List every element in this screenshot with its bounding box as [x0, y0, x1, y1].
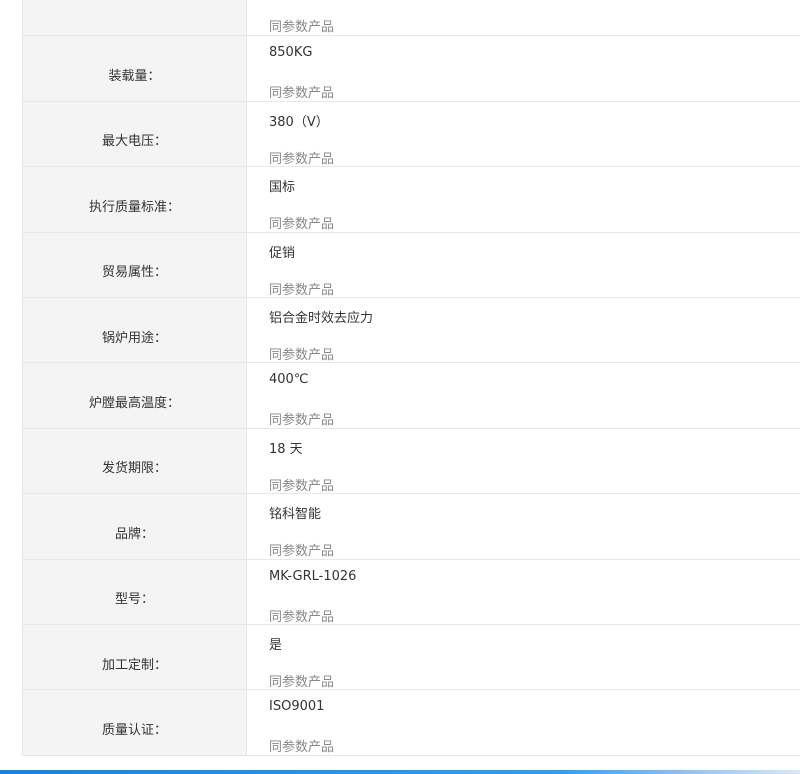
spec-label: 加工定制：	[23, 624, 247, 690]
spec-value: ISO9001	[269, 699, 325, 715]
bottom-accent-bar	[0, 770, 800, 774]
spec-value-cell: 18 天 同参数产品	[247, 429, 800, 494]
spec-value-cell: 同参数产品	[247, 0, 800, 35]
spec-row: 发货期限： 18 天 同参数产品	[23, 427, 800, 494]
spec-row: 装载量： 850KG 同参数产品	[23, 35, 800, 101]
spec-value-cell: ISO9001 同参数产品	[247, 690, 800, 755]
same-params-link[interactable]: 同参数产品	[269, 148, 334, 167]
spec-value: 铝合金时效去应力	[269, 310, 374, 326]
same-params-link[interactable]: 同参数产品	[269, 344, 334, 363]
spec-value: 铭科智能	[269, 507, 322, 523]
spec-value-cell: 国标 同参数产品	[247, 167, 800, 232]
spec-value: 400℃	[269, 372, 309, 388]
spec-label: 最大电压：	[23, 101, 247, 167]
spec-row: 锅炉用途： 铝合金时效去应力 同参数产品	[23, 296, 800, 363]
spec-label: 贸易属性：	[23, 232, 247, 297]
spec-label: 锅炉用途：	[23, 297, 247, 363]
same-params-link[interactable]: 同参数产品	[269, 82, 334, 101]
spec-value: 国标	[269, 180, 296, 196]
spec-value: MK-GRL-1026	[269, 568, 357, 584]
spec-value: 促销	[269, 245, 296, 261]
same-params-link[interactable]: 同参数产品	[269, 671, 334, 690]
spec-value: 380（V）	[269, 114, 329, 130]
spec-row: 贸易属性： 促销 同参数产品	[23, 231, 800, 298]
spec-value: 是	[269, 637, 283, 653]
spec-row: 品牌： 铭科智能 同参数产品	[23, 493, 800, 559]
spec-row: 最大电压： 380（V） 同参数产品	[23, 100, 800, 167]
same-params-link[interactable]: 同参数产品	[269, 279, 334, 298]
same-params-link[interactable]: 同参数产品	[269, 736, 334, 755]
spec-value-cell: 促销 同参数产品	[247, 233, 800, 298]
spec-value-cell: 是 同参数产品	[247, 625, 800, 690]
spec-label: 型号：	[23, 559, 247, 624]
spec-label: 装载量：	[23, 36, 247, 101]
spec-value: 850KG	[269, 45, 313, 61]
same-params-link[interactable]: 同参数产品	[269, 213, 334, 232]
spec-value-cell: 380（V） 同参数产品	[247, 102, 800, 167]
spec-row: 执行质量标准： 国标 同参数产品	[23, 166, 800, 232]
spec-row: 同参数产品	[23, 0, 800, 36]
same-params-link[interactable]: 同参数产品	[269, 16, 334, 35]
same-params-link[interactable]: 同参数产品	[269, 409, 334, 428]
spec-label: 炉膛最高温度：	[23, 363, 247, 428]
spec-value-cell: 850KG 同参数产品	[247, 36, 800, 101]
same-params-link[interactable]: 同参数产品	[269, 606, 334, 625]
spec-label: 执行质量标准：	[23, 167, 247, 232]
spec-label: 品牌：	[23, 494, 247, 559]
spec-label: 发货期限：	[23, 428, 247, 494]
spec-row: 型号： MK-GRL-1026 同参数产品	[23, 558, 800, 625]
spec-value-cell: 铭科智能 同参数产品	[247, 494, 800, 559]
spec-value-cell: MK-GRL-1026 同参数产品	[247, 560, 800, 625]
spec-value-cell: 铝合金时效去应力 同参数产品	[247, 298, 800, 363]
spec-label	[23, 0, 247, 36]
spec-row: 加工定制： 是 同参数产品	[23, 623, 800, 690]
spec-label: 质量认证：	[23, 690, 247, 755]
same-params-link[interactable]: 同参数产品	[269, 475, 334, 494]
same-params-link[interactable]: 同参数产品	[269, 540, 334, 559]
spec-row: 质量认证： ISO9001 同参数产品	[23, 689, 800, 755]
spec-value: 18 天	[269, 441, 303, 457]
spec-row: 炉膛最高温度： 400℃ 同参数产品	[23, 362, 800, 428]
spec-table: 同参数产品 装载量： 850KG 同参数产品 最大电压： 380（V） 同参数产…	[22, 0, 800, 756]
spec-value-cell: 400℃ 同参数产品	[247, 363, 800, 428]
